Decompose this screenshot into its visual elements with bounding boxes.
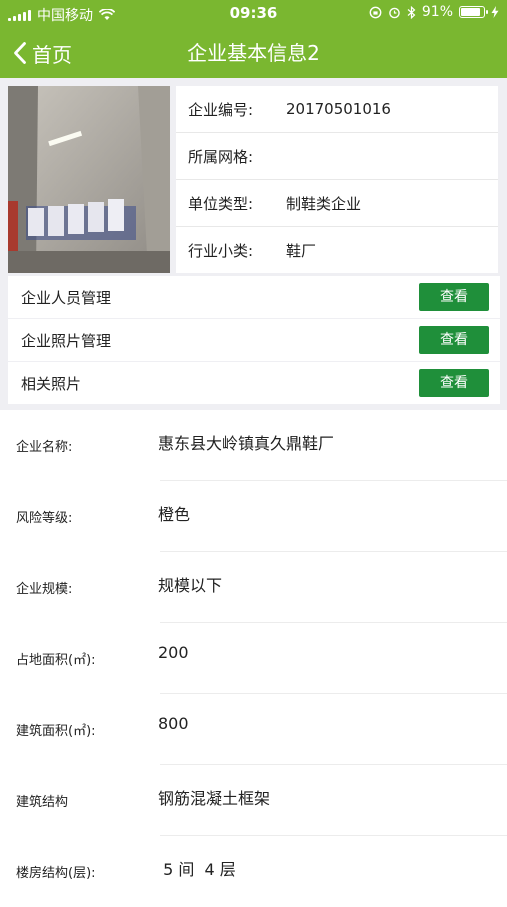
detail-row-name: 企业名称: 惠东县大岭镇真久鼎鞋厂 xyxy=(0,410,507,481)
view-related-button[interactable]: 查看 xyxy=(419,369,489,397)
lock-rotation-icon xyxy=(369,6,382,18)
info-label: 企业编号: xyxy=(188,100,254,119)
detail-row-structure: 建筑结构 钢筋混凝土框架 xyxy=(0,765,507,836)
enterprise-photo[interactable] xyxy=(8,86,170,273)
detail-list: 企业名称: 惠东县大岭镇真久鼎鞋厂 风险等级: 橙色 企业规模: 规模以下 占地… xyxy=(0,410,507,900)
detail-value: 惠东县大岭镇真久鼎鞋厂 xyxy=(158,434,335,453)
list-item-photos: 企业照片管理 查看 xyxy=(8,319,500,361)
info-row-code: 企业编号: 20170501016 xyxy=(176,86,498,133)
bluetooth-icon xyxy=(407,5,416,19)
back-button[interactable]: 首页 xyxy=(12,28,72,78)
status-bar: 中国移动 09:36 91% xyxy=(0,0,507,28)
detail-value: 钢筋混凝土框架 xyxy=(158,789,271,808)
view-photos-button[interactable]: 查看 xyxy=(419,326,489,354)
info-value: 鞋厂 xyxy=(286,242,317,260)
detail-row-building-area: 建筑面积(㎡): 800 xyxy=(0,694,507,765)
charging-icon xyxy=(491,6,499,18)
list-item-related: 相关照片 查看 xyxy=(8,362,500,404)
page-title: 企业基本信息2 xyxy=(187,41,320,65)
list-item-staff: 企业人员管理 查看 xyxy=(8,276,500,318)
related-photos-label: 相关照片 xyxy=(21,375,82,393)
info-row-industry: 行业小类: 鞋厂 xyxy=(176,227,498,274)
battery-percent: 91% xyxy=(421,4,453,20)
info-label: 行业小类: xyxy=(188,242,254,260)
detail-label: 建筑面积(㎡): xyxy=(16,724,96,739)
detail-label: 占地面积(㎡): xyxy=(16,653,96,668)
photo-management-label: 企业照片管理 xyxy=(21,332,112,350)
detail-row-land-area: 占地面积(㎡): 200 xyxy=(0,623,507,694)
staff-management-label: 企业人员管理 xyxy=(21,289,112,307)
detail-label: 企业规模: xyxy=(16,582,73,597)
detail-row-floors: 楼房结构(层): 5 间 4 层 xyxy=(0,836,507,907)
detail-label: 楼房结构(层): xyxy=(16,866,96,881)
detail-value: 800 xyxy=(158,714,189,733)
nav-bar: 企业基本信息2 首页 xyxy=(0,28,507,78)
back-label: 首页 xyxy=(32,42,72,67)
info-row-unit-type: 单位类型: 制鞋类企业 xyxy=(176,180,498,227)
info-value: 20170501016 xyxy=(286,100,391,118)
info-label: 所属网格: xyxy=(188,147,254,166)
detail-value: 规模以下 xyxy=(158,576,223,595)
alarm-icon xyxy=(389,7,400,18)
detail-row-scale: 企业规模: 规模以下 xyxy=(0,552,507,623)
view-staff-button[interactable]: 查看 xyxy=(419,283,489,311)
chevron-left-icon xyxy=(14,42,26,64)
info-card: 企业编号: 20170501016 所属网格: 单位类型: 制鞋类企业 行业小类… xyxy=(176,86,498,273)
detail-label: 企业名称: xyxy=(16,440,73,455)
status-right: 91% xyxy=(369,4,499,20)
detail-label: 建筑结构 xyxy=(16,795,69,810)
summary-panel: 企业编号: 20170501016 所属网格: 单位类型: 制鞋类企业 行业小类… xyxy=(0,78,507,410)
detail-row-risk: 风险等级: 橙色 xyxy=(0,481,507,552)
info-row-grid: 所属网格: xyxy=(176,133,498,180)
detail-value: 橙色 xyxy=(158,505,191,524)
battery-icon xyxy=(459,6,488,18)
detail-value: 200 xyxy=(158,643,189,662)
info-value: 制鞋类企业 xyxy=(286,194,362,213)
info-label: 单位类型: xyxy=(188,194,254,213)
detail-value: 5 间 4 层 xyxy=(158,860,236,879)
detail-label: 风险等级: xyxy=(16,511,73,526)
